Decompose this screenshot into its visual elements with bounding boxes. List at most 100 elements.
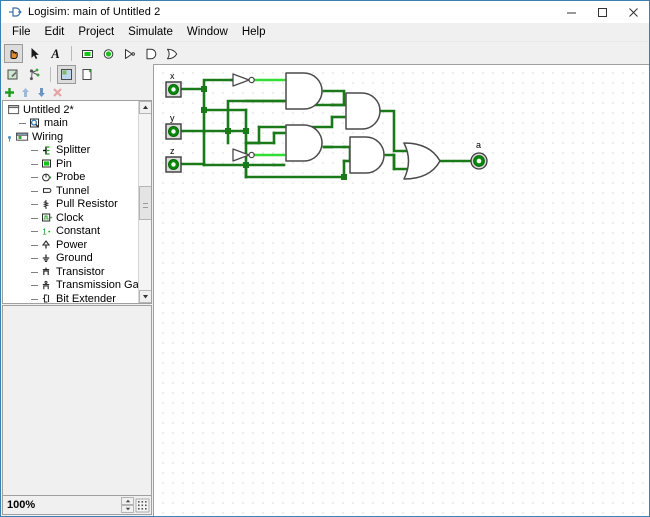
explorer-scrollbar[interactable] [138, 101, 151, 303]
probe-icon [40, 171, 53, 183]
not-gate-1 [233, 74, 254, 86]
menu-help[interactable]: Help [235, 25, 273, 40]
or-gate-1 [404, 143, 440, 179]
tree-item-label: Transmission Gate [56, 279, 138, 291]
window-controls [556, 1, 649, 23]
close-icon[interactable] [618, 1, 649, 23]
tree-item-transistor[interactable]: Transistor [5, 265, 138, 279]
pin-icon [40, 158, 53, 170]
pin-label-y: y [170, 113, 175, 123]
input-pin-z [166, 157, 181, 172]
zoom-spinner[interactable] [121, 497, 134, 513]
tree-item-label: Ground [56, 252, 93, 264]
tree-item-wiring[interactable]: Wiring [5, 130, 138, 144]
tree-item-ground[interactable]: Ground [5, 252, 138, 266]
edit-tool[interactable] [4, 65, 23, 84]
explorer-panel[interactable]: Untitled 2* main [2, 100, 152, 304]
tree-item-power[interactable]: Power [5, 238, 138, 252]
wire-junction [243, 128, 249, 134]
menu-project[interactable]: Project [71, 25, 121, 40]
project-toolbar [1, 64, 153, 84]
output-pin-tool[interactable] [99, 44, 118, 63]
wire-junction [201, 107, 207, 113]
or-gate-tool[interactable] [162, 44, 181, 63]
tree-item-bit-extender[interactable]: Bit Extender [5, 292, 138, 303]
poke-tool[interactable] [4, 44, 23, 63]
wire-junction [225, 128, 231, 134]
tree-item-pull-resistor[interactable]: Pull Resistor [5, 198, 138, 212]
output-pin-a [471, 153, 487, 169]
expand-toggle-icon[interactable] [7, 132, 16, 141]
transmission-gate-icon [40, 279, 53, 291]
attribute-panel[interactable] [2, 305, 152, 495]
logisim-window: Logisim: main of Untitled 2 File Edit Pr… [0, 0, 650, 517]
folder-icon [16, 131, 29, 143]
spinner-up-icon[interactable] [121, 497, 134, 505]
and-gate-2 [346, 93, 380, 129]
wire-junction [341, 174, 347, 180]
tree-item-pin[interactable]: Pin [5, 157, 138, 171]
menu-file[interactable]: File [5, 25, 38, 40]
clock-icon [40, 212, 53, 224]
tree-item-main[interactable]: main [5, 117, 138, 131]
tree-item-clock[interactable]: Clock [5, 211, 138, 225]
input-pin-tool[interactable] [78, 44, 97, 63]
maximize-icon[interactable] [587, 1, 618, 23]
select-tool[interactable] [25, 44, 44, 63]
menu-simulate[interactable]: Simulate [121, 25, 180, 40]
tree-item-label: Clock [56, 212, 84, 224]
scroll-track[interactable] [139, 114, 152, 290]
arrow-up-icon[interactable] [20, 87, 31, 98]
scroll-thumb[interactable] [139, 186, 152, 220]
tree-item-tunnel[interactable]: Tunnel [5, 184, 138, 198]
tree-item-label: Constant [56, 225, 100, 237]
scroll-up-icon[interactable] [139, 101, 152, 114]
tree-item-label: main [44, 117, 68, 129]
x-delete-icon[interactable] [52, 87, 63, 98]
main-area: Untitled 2* main [1, 64, 649, 516]
tree-item-project[interactable]: Untitled 2* [5, 103, 138, 117]
tree-item-splitter[interactable]: Splitter [5, 144, 138, 158]
splitter-icon [40, 144, 53, 156]
not-gate-2 [233, 149, 254, 161]
spinner-down-icon[interactable] [121, 505, 134, 513]
minimize-icon[interactable] [556, 1, 587, 23]
project-view-tool[interactable] [57, 65, 76, 84]
arrow-down-icon[interactable] [36, 87, 47, 98]
menu-bar: File Edit Project Simulate Window Help [1, 23, 649, 42]
plus-icon[interactable] [4, 87, 15, 98]
ground-icon [40, 252, 53, 264]
tree-item-transmission-gate[interactable]: Transmission Gate [5, 279, 138, 293]
tree-item-label: Bit Extender [56, 293, 116, 303]
scroll-down-icon[interactable] [139, 290, 152, 303]
circuit-main-icon [28, 117, 41, 129]
circuit-canvas[interactable]: x y z a [153, 64, 649, 516]
not-gate-tool[interactable] [120, 44, 139, 63]
grid-toggle-icon[interactable] [135, 498, 150, 513]
explorer-tree: Untitled 2* main [3, 101, 138, 303]
pin-label-a: a [476, 140, 481, 150]
and-gate-tool[interactable] [141, 44, 160, 63]
tree-item-probe[interactable]: Probe [5, 171, 138, 185]
input-pin-y [166, 124, 181, 139]
circuit-diagram[interactable] [154, 65, 649, 516]
project-icon [7, 104, 20, 116]
title-bar: Logisim: main of Untitled 2 [1, 1, 649, 23]
tree-item-label: Wiring [32, 131, 63, 143]
svg-text:A: A [50, 47, 59, 61]
pin-label-x: x [170, 71, 175, 81]
new-circuit-icon[interactable] [78, 65, 97, 84]
bit-extender-icon [40, 293, 53, 303]
left-panel: Untitled 2* main [1, 64, 153, 516]
tree-item-label: Pull Resistor [56, 198, 118, 210]
sim-tree-icon[interactable] [25, 65, 44, 84]
power-icon [40, 239, 53, 251]
tree-item-label: Untitled 2* [23, 104, 74, 116]
tree-item-constant[interactable]: 1 Constant [5, 225, 138, 239]
menu-window[interactable]: Window [180, 25, 235, 40]
window-title: Logisim: main of Untitled 2 [28, 6, 160, 18]
tree-item-label: Transistor [56, 266, 105, 278]
text-a-icon[interactable]: A [46, 44, 65, 63]
tunnel-icon [40, 185, 53, 197]
menu-edit[interactable]: Edit [38, 25, 72, 40]
